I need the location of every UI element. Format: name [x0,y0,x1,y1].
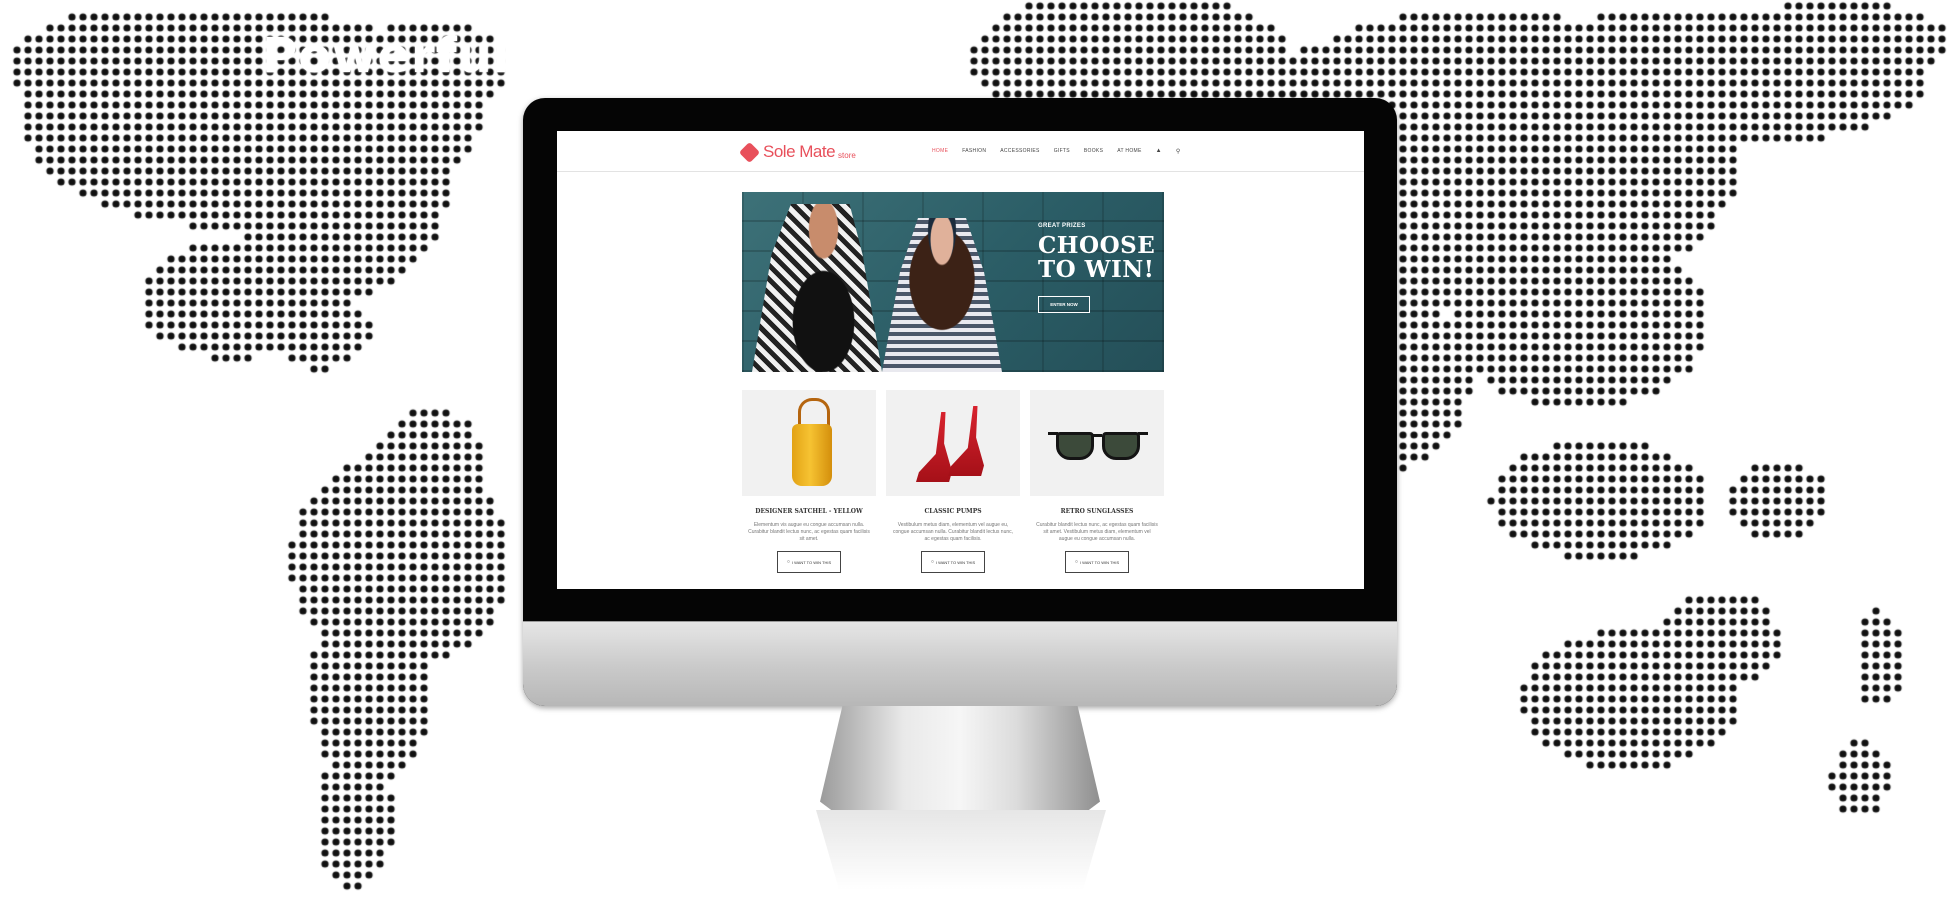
product-image-sunglasses[interactable] [1030,390,1164,496]
product-name[interactable]: RETRO SUNGLASSES [1061,508,1134,515]
lens-left [1056,432,1094,460]
product-grid: DESIGNER SATCHEL - YELLOW Elementum vis … [742,390,1164,573]
search-icon[interactable]: ⚲ [1176,148,1181,155]
product-desc: Curabitur blandit lectus nunc, ac egesta… [1036,522,1158,542]
win-button[interactable]: ○ I WANT TO WIN THIS [1065,551,1129,573]
product-image-pumps[interactable] [886,390,1020,496]
product-card: CLASSIC PUMPS Vestibulum metus diam, ele… [886,390,1020,573]
win-button[interactable]: ○ I WANT TO WIN THIS [921,551,985,573]
win-button-label: I WANT TO WIN THIS [791,559,832,565]
circle-icon: ○ [786,559,790,565]
product-image-satchel[interactable] [742,390,876,496]
site-logo[interactable]: Sole Mate store [738,141,856,163]
user-icon[interactable]: ▲ [1156,148,1162,155]
circle-icon: ○ [930,559,934,565]
pump-right [948,406,984,476]
lens-right [1102,432,1140,460]
monitor-stand [820,706,1100,810]
hero-title: CHOOSE TO WIN! [1038,232,1156,283]
main-nav: HOME FASHION ACCESSORIES GIFTS BOOKS AT … [932,148,1181,155]
product-name[interactable]: CLASSIC PUMPS [924,508,981,515]
nav-item-fashion[interactable]: FASHION [962,148,986,155]
glasses-bridge [1092,434,1102,441]
site-header: Sole Mate store HOME FASHION ACCESSORIES… [557,131,1364,172]
tag-icon [738,141,761,163]
nav-item-books[interactable]: BOOKS [1084,148,1103,155]
hero-eyebrow: GREAT PRIZES [1038,223,1086,229]
overlay-title: Powerful Interface [262,28,783,84]
product-desc: Elementum vis augue eu congue accumsan n… [748,522,870,542]
product-name[interactable]: DESIGNER SATCHEL - YELLOW [755,508,862,515]
logo-sub: store [838,150,856,160]
nav-item-gifts[interactable]: GIFTS [1054,148,1070,155]
monitor-chin [523,621,1397,706]
enter-now-button[interactable]: ENTER NOW [1038,296,1090,313]
website-screen: Sole Mate store HOME FASHION ACCESSORIES… [557,131,1364,589]
bag-body [792,424,832,486]
product-desc: Vestibulum metus diam, elementum vel aug… [892,522,1014,542]
product-card: RETRO SUNGLASSES Curabitur blandit lectu… [1030,390,1164,573]
nav-item-at-home[interactable]: AT HOME [1117,148,1141,155]
pump-left [916,412,952,482]
circle-icon: ○ [1074,559,1078,565]
temple-right [1138,432,1148,435]
stand-reflection [816,810,1106,890]
win-button-label: I WANT TO WIN THIS [1079,559,1120,565]
hero-banner: GREAT PRIZES CHOOSE TO WIN! ENTER NOW [742,192,1164,372]
nav-item-accessories[interactable]: ACCESSORIES [1000,148,1039,155]
product-card: DESIGNER SATCHEL - YELLOW Elementum vis … [742,390,876,573]
nav-item-home[interactable]: HOME [932,148,948,155]
win-button-label: I WANT TO WIN THIS [935,559,976,565]
logo-name: Sole Mate [763,142,836,161]
win-button[interactable]: ○ I WANT TO WIN THIS [777,551,841,573]
